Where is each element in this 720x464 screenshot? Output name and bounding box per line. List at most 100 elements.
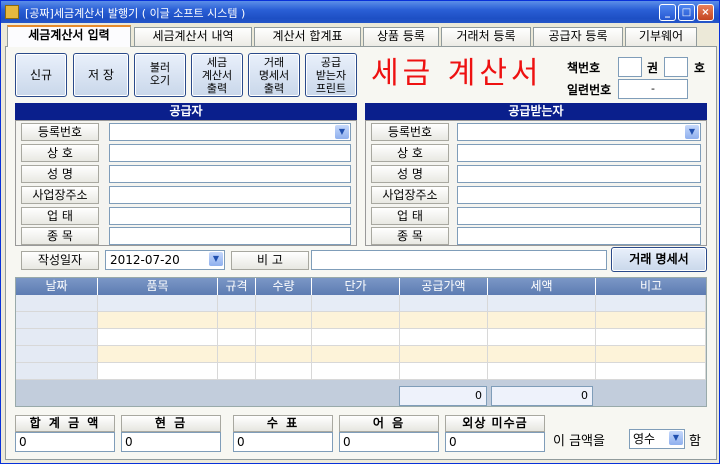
book-volume-input[interactable] — [618, 57, 642, 77]
table-cell[interactable] — [488, 346, 596, 363]
table-cell[interactable] — [596, 329, 706, 346]
col-item[interactable]: 품목 — [98, 278, 218, 295]
supplier-company-input[interactable] — [109, 144, 351, 162]
table-cell[interactable] — [218, 346, 256, 363]
table-cell[interactable] — [596, 312, 706, 329]
print-statement-button[interactable]: 거래 명세서 출력 — [248, 53, 300, 97]
table-cell[interactable] — [98, 312, 218, 329]
supplier-address-input[interactable] — [109, 186, 351, 204]
receiver-item-input[interactable] — [457, 227, 701, 245]
table-cell[interactable] — [400, 363, 488, 380]
table-cell[interactable] — [312, 312, 400, 329]
serial-number-label: 일련번호 — [567, 83, 612, 97]
statement-button[interactable]: 거래 명세서 — [611, 247, 707, 272]
table-cell[interactable] — [488, 329, 596, 346]
supplier-business-type-label: 업 태 — [21, 207, 99, 225]
table-cell[interactable] — [488, 363, 596, 380]
col-tax[interactable]: 세액 — [488, 278, 596, 295]
receiver-address-input[interactable] — [457, 186, 701, 204]
note-input[interactable] — [311, 250, 607, 270]
receiver-company-input[interactable] — [457, 144, 701, 162]
table-cell[interactable] — [256, 312, 312, 329]
table-cell[interactable] — [400, 329, 488, 346]
col-date[interactable]: 날짜 — [16, 278, 98, 295]
table-cell[interactable] — [256, 346, 312, 363]
table-cell[interactable] — [98, 363, 218, 380]
table-cell[interactable] — [400, 346, 488, 363]
new-button[interactable]: 신규 — [15, 53, 67, 97]
col-qty[interactable]: 수량 — [256, 278, 312, 295]
cash-input[interactable]: 0 — [121, 432, 221, 452]
table-cell[interactable] — [256, 363, 312, 380]
tab-customers[interactable]: 거래처 등록 — [441, 27, 531, 46]
table-cell[interactable] — [218, 295, 256, 312]
print-invoice-label-1: 세금 — [206, 56, 228, 69]
col-spec[interactable]: 규격 — [218, 278, 256, 295]
bill-input[interactable]: 0 — [339, 432, 439, 452]
book-number-input[interactable] — [664, 57, 688, 77]
table-cell[interactable] — [400, 295, 488, 312]
receipt-mode-select[interactable]: 영수 ▼ — [629, 429, 685, 449]
supplier-header: 공급자 — [15, 103, 357, 120]
total-amount-input[interactable]: 0 — [15, 432, 115, 452]
tab-invoice-input[interactable]: 세금계산서 입력 — [7, 25, 131, 47]
table-row[interactable] — [16, 329, 706, 346]
supplier-business-type-input[interactable] — [109, 207, 351, 225]
table-cell[interactable] — [218, 312, 256, 329]
receiver-business-type-input[interactable] — [457, 207, 701, 225]
table-cell[interactable] — [98, 329, 218, 346]
table-cell[interactable] — [256, 295, 312, 312]
tab-invoice-summary[interactable]: 계산서 합계표 — [254, 27, 361, 46]
table-cell[interactable] — [488, 295, 596, 312]
maximize-button[interactable]: □ — [678, 4, 695, 21]
table-cell[interactable] — [488, 312, 596, 329]
table-cell[interactable] — [218, 363, 256, 380]
tab-products[interactable]: 상품 등록 — [363, 27, 439, 46]
save-button[interactable]: 저 장 — [73, 53, 129, 97]
table-row[interactable] — [16, 346, 706, 363]
table-cell[interactable] — [312, 295, 400, 312]
table-cell[interactable] — [16, 329, 98, 346]
tab-suppliers[interactable]: 공급자 등록 — [533, 27, 623, 46]
tab-donationware[interactable]: 기부웨어 — [625, 27, 697, 46]
col-remark[interactable]: 비고 — [596, 278, 706, 295]
tab-invoice-history[interactable]: 세금계산서 내역 — [134, 27, 252, 46]
table-cell[interactable] — [596, 295, 706, 312]
table-cell[interactable] — [98, 346, 218, 363]
supplier-reg-select[interactable]: ▼ — [109, 123, 351, 141]
table-cell[interactable] — [596, 363, 706, 380]
table-cell[interactable] — [312, 363, 400, 380]
table-row[interactable] — [16, 363, 706, 380]
receivable-input[interactable]: 0 — [445, 432, 545, 452]
table-cell[interactable] — [596, 346, 706, 363]
minimize-button[interactable]: _ — [659, 4, 676, 21]
table-cell[interactable] — [16, 363, 98, 380]
check-input[interactable]: 0 — [233, 432, 333, 452]
receiver-reg-select[interactable]: ▼ — [457, 123, 701, 141]
note-label: 비 고 — [231, 251, 309, 270]
table-cell[interactable] — [16, 346, 98, 363]
col-price[interactable]: 단가 — [312, 278, 400, 295]
table-row[interactable] — [16, 295, 706, 312]
table-cell[interactable] — [400, 312, 488, 329]
load-button[interactable]: 불러 오기 — [134, 53, 186, 97]
supplier-name-input[interactable] — [109, 165, 351, 183]
table-cell[interactable] — [256, 329, 312, 346]
document-title: 세금 계산서 — [371, 56, 543, 91]
table-cell[interactable] — [16, 295, 98, 312]
table-cell[interactable] — [312, 329, 400, 346]
table-cell[interactable] — [98, 295, 218, 312]
close-button[interactable]: × — [697, 4, 714, 21]
issue-date-picker[interactable]: 2012-07-20 ▼ — [105, 250, 225, 270]
table-cell[interactable] — [16, 312, 98, 329]
supplier-item-input[interactable] — [109, 227, 351, 245]
table-row[interactable] — [16, 312, 706, 329]
chevron-down-icon: ▼ — [669, 431, 683, 445]
table-cell[interactable] — [312, 346, 400, 363]
col-supply[interactable]: 공급가액 — [400, 278, 488, 295]
print-invoice-button[interactable]: 세금 계산서 출력 — [191, 53, 243, 97]
print-receiver-button[interactable]: 공급 받는자 프린트 — [305, 53, 357, 97]
table-cell[interactable] — [218, 329, 256, 346]
serial-number-input[interactable]: - — [618, 79, 688, 99]
receiver-name-input[interactable] — [457, 165, 701, 183]
